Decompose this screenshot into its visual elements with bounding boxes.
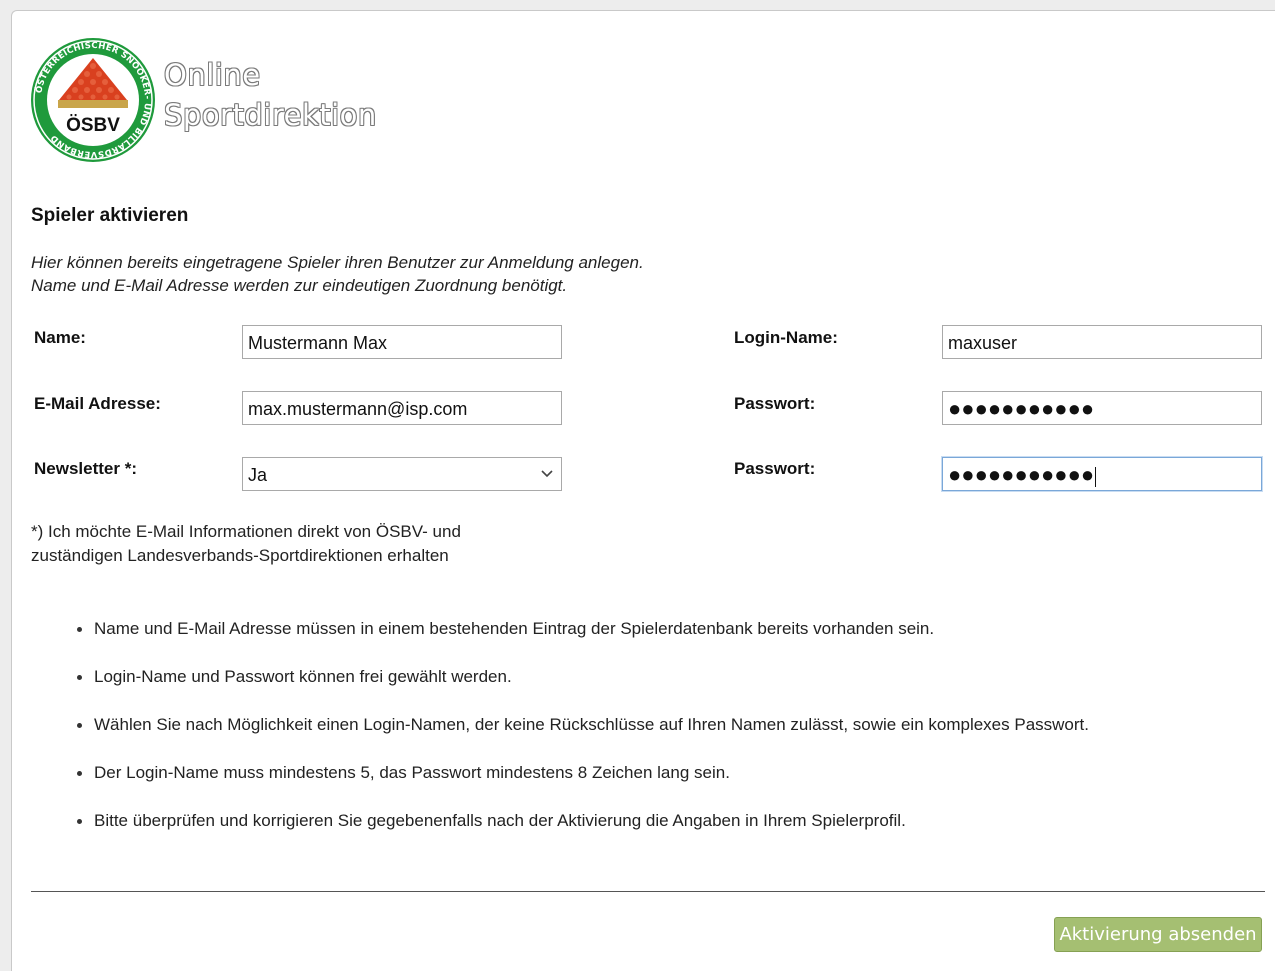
password-label: Passwort: [734, 394, 816, 413]
list-item: Bitte überprüfen und korrigieren Sie geg… [77, 805, 1089, 853]
name-label: Name: [34, 328, 86, 347]
bullet-icon [77, 771, 82, 776]
brand-line-1: Online [164, 58, 261, 92]
bullet-icon [77, 627, 82, 632]
email-input[interactable]: max.mustermann@isp.com [242, 391, 562, 425]
hint-text: Der Login-Name muss mindestens 5, das Pa… [94, 763, 730, 782]
brand-title: Online Sportdirektion [164, 55, 377, 135]
password-repeat-input[interactable]: ●●●●●●●●●●● [942, 457, 1262, 491]
login-name-input[interactable]: maxuser [942, 325, 1262, 359]
hint-text: Wählen Sie nach Möglichkeit einen Login-… [94, 715, 1089, 734]
bullet-icon [77, 675, 82, 680]
newsletter-select[interactable]: Ja [242, 457, 562, 491]
newsletter-selected-value: Ja [248, 465, 268, 485]
password-repeat-masked-value: ●●●●●●●●●●● [948, 462, 1095, 487]
intro-line-2: Name und E-Mail Adresse werden zur einde… [31, 276, 568, 295]
password-masked-value: ●●●●●●●●●●● [948, 396, 1095, 421]
email-input-value: max.mustermann@isp.com [248, 399, 468, 419]
name-input-value: Mustermann Max [248, 333, 388, 353]
divider [31, 891, 1265, 892]
login-name-label: Login-Name: [734, 328, 838, 347]
logo-text: ÖSBV [66, 115, 120, 136]
brand-line-2: Sportdirektion [164, 98, 377, 132]
intro-line-1: Hier können bereits eingetragene Spieler… [31, 253, 644, 272]
text-caret [1095, 467, 1097, 488]
hint-text: Login-Name und Passwort können frei gewä… [94, 667, 512, 686]
hints-list: Name und E-Mail Adresse müssen in einem … [77, 613, 1089, 853]
footnote-line-2: zuständigen Landesverbands-Sportdirektio… [31, 546, 449, 565]
footnote-line-1: *) Ich möchte E-Mail Informationen direk… [31, 522, 461, 541]
newsletter-label: Newsletter *: [34, 459, 137, 478]
list-item: Login-Name und Passwort können frei gewä… [77, 661, 1089, 709]
list-item: Name und E-Mail Adresse müssen in einem … [77, 613, 1089, 661]
password-input[interactable]: ●●●●●●●●●●● [942, 391, 1262, 425]
name-input[interactable]: Mustermann Max [242, 325, 562, 359]
chevron-down-icon [541, 470, 553, 478]
list-item: Der Login-Name muss mindestens 5, das Pa… [77, 757, 1089, 805]
hint-text: Name und E-Mail Adresse müssen in einem … [94, 619, 935, 638]
submit-activation-button[interactable]: Aktivierung absenden [1054, 917, 1262, 952]
page-title: Spieler aktivieren [31, 205, 189, 226]
newsletter-footnote: *) Ich möchte E-Mail Informationen direk… [31, 520, 461, 568]
list-item: Wählen Sie nach Möglichkeit einen Login-… [77, 709, 1089, 757]
password-repeat-label: Passwort: [734, 459, 816, 478]
login-name-input-value: maxuser [948, 333, 1018, 353]
hint-text: Bitte überprüfen und korrigieren Sie geg… [94, 811, 906, 830]
bullet-icon [77, 819, 82, 824]
bullet-icon [77, 723, 82, 728]
email-label: E-Mail Adresse: [34, 394, 161, 413]
intro-text: Hier können bereits eingetragene Spieler… [31, 251, 644, 297]
osbv-logo: ÖSTERREICHISCHER SNOOKER- UND BILLARDSVE… [31, 38, 155, 162]
